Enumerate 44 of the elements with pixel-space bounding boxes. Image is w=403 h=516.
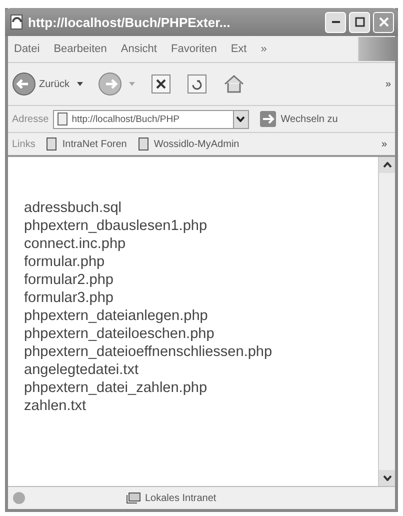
menu-item[interactable]: Ansicht: [120, 43, 157, 55]
back-button[interactable]: Zurück: [12, 72, 70, 96]
dropdown-caret-icon[interactable]: [76, 81, 84, 87]
link-item[interactable]: IntraNet Foren: [45, 137, 127, 151]
file-link[interactable]: phpextern_dateianlegen.php: [24, 307, 378, 325]
address-field[interactable]: http://localhost/Buch/PHP: [52, 110, 249, 128]
maximize-button[interactable]: [349, 12, 370, 32]
file-link[interactable]: formular2.php: [24, 271, 378, 289]
scroll-down-icon: [382, 475, 392, 481]
caret-icon: [236, 116, 246, 122]
file-link[interactable]: phpextern_dbauslesen1.php: [24, 217, 378, 235]
file-link[interactable]: formular.php: [24, 253, 378, 271]
address-label: Adresse: [12, 114, 49, 124]
scrollbar[interactable]: [378, 157, 395, 486]
file-link[interactable]: connect.inc.php: [24, 235, 378, 253]
file-link[interactable]: formular3.php: [24, 289, 378, 307]
stop-icon[interactable]: [150, 73, 172, 95]
minimize-icon: [332, 21, 340, 23]
dropdown-button[interactable]: [232, 110, 248, 128]
file-link[interactable]: angelegtedatei.txt: [24, 361, 378, 379]
menu-item[interactable]: »: [260, 43, 267, 55]
file-link[interactable]: phpextern_dateioeffnenschliessen.php: [24, 343, 378, 361]
link-item[interactable]: Wossidlo-MyAdmin: [136, 137, 240, 151]
file-link[interactable]: adressbuch.sql: [24, 199, 378, 217]
scroll-up-icon: [382, 162, 392, 168]
computer-icon: [126, 491, 142, 505]
overflow-chevron[interactable]: »: [385, 78, 395, 90]
menu-item[interactable]: Datei: [14, 43, 40, 55]
home-icon[interactable]: [222, 73, 246, 95]
file-link[interactable]: phpextern_datei_zahlen.php: [24, 379, 378, 397]
zone-indicator: Lokales Intranet: [126, 491, 216, 505]
file-link[interactable]: phpextern_dateiloeschen.php: [24, 325, 378, 343]
refresh-icon[interactable]: [186, 73, 208, 95]
file-link[interactable]: zahlen.txt: [24, 397, 378, 415]
minimize-button[interactable]: [325, 12, 346, 32]
overflow-chevron[interactable]: »: [381, 138, 391, 150]
menu-item[interactable]: Bearbeiten: [54, 43, 107, 55]
window-title: http://localhost/Buch/PHPExter...: [28, 14, 232, 30]
close-icon: [378, 17, 388, 27]
go-button[interactable]: Wechseln zu: [252, 110, 338, 128]
menu-item[interactable]: Favoriten: [170, 43, 217, 55]
menu-item[interactable]: Ext: [230, 43, 247, 55]
links-label: Links: [12, 138, 36, 150]
maximize-icon: [354, 17, 364, 27]
